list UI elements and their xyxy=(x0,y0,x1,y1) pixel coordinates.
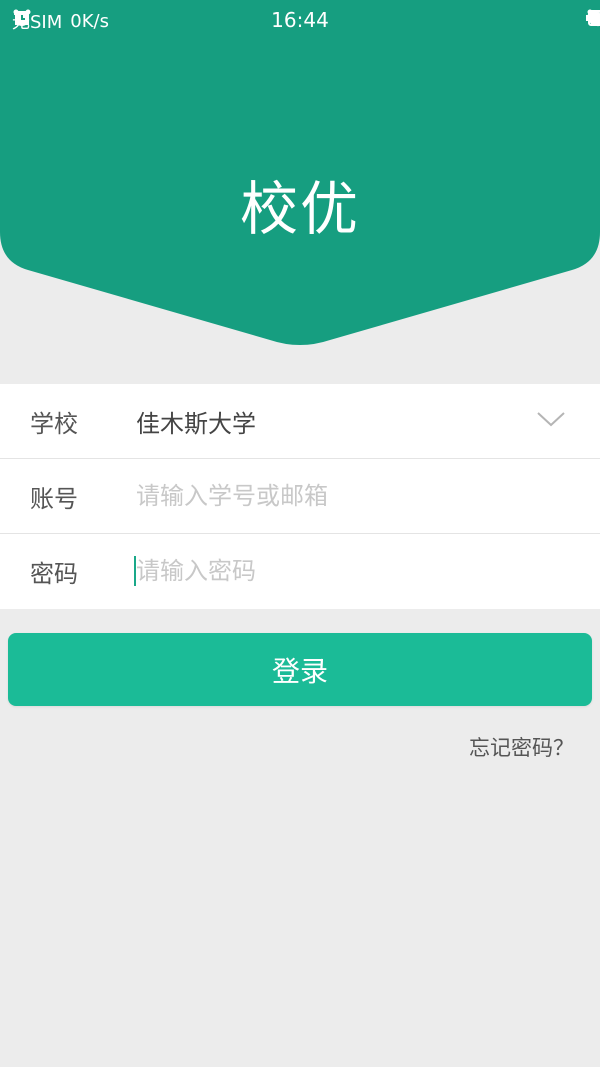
password-input[interactable] xyxy=(136,552,556,590)
password-row: 密码 xyxy=(0,534,600,609)
password-label: 密码 xyxy=(30,560,78,588)
school-label: 学校 xyxy=(30,409,78,438)
school-select-value[interactable]: 佳木斯大学 xyxy=(136,404,256,439)
chevron-down-icon[interactable] xyxy=(536,410,566,428)
status-bar: 无SIM 0K/s 16:44 xyxy=(0,0,600,40)
account-row: 账号 xyxy=(0,459,600,534)
app-title: 校优 xyxy=(239,175,360,243)
school-row[interactable]: 学校 佳木斯大学 xyxy=(0,384,600,459)
status-time: 16:44 xyxy=(271,8,329,32)
forgot-password-link[interactable]: 忘记密码？ xyxy=(469,732,574,762)
battery-icon xyxy=(586,10,600,26)
account-label: 账号 xyxy=(30,484,78,513)
account-input[interactable] xyxy=(136,477,556,515)
login-form: 学校 佳木斯大学 账号 密码 xyxy=(0,384,600,609)
header-banner: 无SIM 0K/s 16:44 校优 xyxy=(0,0,600,350)
login-button[interactable]: 登录 xyxy=(8,633,592,706)
